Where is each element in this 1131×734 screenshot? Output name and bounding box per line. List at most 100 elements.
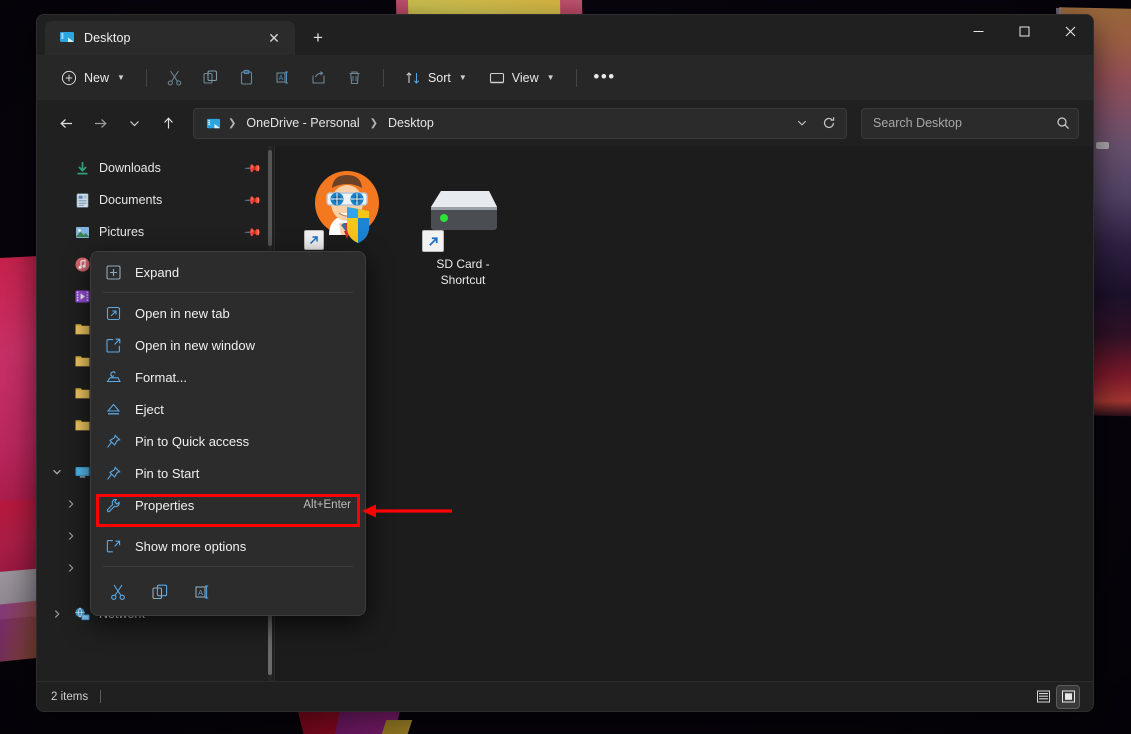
context-menu-divider-3 bbox=[103, 566, 353, 567]
file-grid: Drill bbox=[293, 160, 1093, 296]
folder-icon bbox=[73, 383, 91, 401]
sort-icon bbox=[406, 71, 420, 84]
music-icon bbox=[73, 255, 91, 273]
large-icons-view-button[interactable] bbox=[1056, 684, 1080, 709]
sidebar-item-downloads[interactable]: Downloads 📌 bbox=[43, 152, 268, 184]
breadcrumb-onedrive[interactable]: OneDrive - Personal bbox=[240, 113, 365, 133]
rename-icon[interactable]: A bbox=[185, 577, 219, 607]
network-icon bbox=[73, 605, 91, 623]
search-icon[interactable] bbox=[1056, 116, 1070, 130]
rename-icon[interactable]: A bbox=[266, 62, 300, 94]
context-menu-item-label: Format... bbox=[135, 369, 188, 385]
svg-text:A: A bbox=[198, 588, 203, 597]
forward-button[interactable] bbox=[85, 108, 115, 138]
file-item-label: SD Card - Shortcut bbox=[436, 257, 490, 287]
copy-icon[interactable] bbox=[194, 62, 228, 94]
view-button[interactable]: View ▼ bbox=[479, 62, 565, 94]
chevron-down-icon[interactable] bbox=[49, 464, 65, 480]
details-view-button[interactable] bbox=[1032, 686, 1054, 708]
close-button[interactable] bbox=[1047, 15, 1093, 47]
context-menu-item-label: Open in new window bbox=[135, 337, 255, 353]
cut-icon[interactable] bbox=[101, 577, 135, 607]
chevron-right-icon[interactable] bbox=[63, 560, 79, 576]
up-button[interactable] bbox=[153, 108, 183, 138]
context-menu-item-pin-to-start[interactable]: Pin to Start bbox=[95, 457, 361, 489]
context-menu-item-label: Open in new tab bbox=[135, 305, 230, 321]
maximize-button[interactable] bbox=[1001, 15, 1047, 47]
title-bar: Desktop ✕ + bbox=[37, 15, 1093, 55]
toolbar-divider-2 bbox=[382, 68, 384, 87]
expander-placeholder bbox=[49, 288, 65, 304]
context-menu-item-expand[interactable]: Expand bbox=[95, 256, 361, 288]
recent-locations-button[interactable] bbox=[119, 108, 149, 138]
show-more-icon bbox=[105, 538, 122, 555]
context-menu: Expand Open in new tab Open in new windo… bbox=[90, 251, 366, 616]
window-controls bbox=[955, 15, 1093, 47]
context-menu-item-eject[interactable]: Eject bbox=[95, 393, 361, 425]
cut-icon[interactable] bbox=[158, 62, 192, 94]
new-button[interactable]: New ▼ bbox=[51, 62, 135, 94]
shortcut-overlay-icon bbox=[422, 230, 444, 252]
pin-icon[interactable]: 📌 bbox=[244, 159, 263, 177]
address-bar[interactable]: ❯ OneDrive - Personal ❯ Desktop bbox=[193, 107, 847, 139]
share-icon[interactable] bbox=[302, 62, 336, 94]
nav-scrollbar-thumb-top[interactable] bbox=[268, 150, 272, 246]
breadcrumb-desktop[interactable]: Desktop bbox=[382, 113, 440, 133]
file-list-area[interactable]: Drill bbox=[275, 146, 1093, 681]
pin-icon[interactable]: 📌 bbox=[244, 223, 263, 241]
search-input[interactable] bbox=[873, 116, 1056, 130]
expander-placeholder bbox=[49, 384, 65, 400]
expand-icon bbox=[105, 264, 122, 281]
sidebar-item-pictures[interactable]: Pictures 📌 bbox=[43, 216, 268, 248]
chevron-right-icon[interactable] bbox=[49, 606, 65, 622]
context-menu-item-open-new-window[interactable]: Open in new window bbox=[95, 329, 361, 361]
context-menu-item-format[interactable]: Format... bbox=[95, 361, 361, 393]
chevron-right-icon[interactable] bbox=[63, 496, 79, 512]
context-menu-item-open-new-tab[interactable]: Open in new tab bbox=[95, 297, 361, 329]
close-icon[interactable]: ✕ bbox=[261, 25, 287, 51]
documents-icon bbox=[73, 191, 91, 209]
shortcut-overlay-icon bbox=[304, 230, 324, 250]
videos-icon bbox=[73, 287, 91, 305]
view-toggle-group bbox=[1032, 684, 1080, 709]
sort-button[interactable]: Sort ▼ bbox=[395, 62, 477, 94]
paste-icon[interactable] bbox=[230, 62, 264, 94]
breadcrumb-root-icon[interactable] bbox=[203, 116, 224, 131]
tab-desktop[interactable]: Desktop ✕ bbox=[45, 21, 295, 55]
back-button[interactable] bbox=[51, 108, 81, 138]
sidebar-item-documents[interactable]: Documents 📌 bbox=[43, 184, 268, 216]
status-bar: 2 items bbox=[37, 681, 1093, 711]
expander-placeholder bbox=[49, 352, 65, 368]
tab-strip: Desktop ✕ + bbox=[37, 21, 955, 55]
nav-scrollbar-thumb[interactable] bbox=[268, 615, 272, 675]
more-options-button[interactable]: ••• bbox=[588, 62, 622, 94]
eject-icon bbox=[105, 401, 122, 418]
this-pc-icon bbox=[73, 463, 91, 481]
context-menu-item-properties[interactable]: Properties Alt+Enter bbox=[95, 489, 361, 521]
pin-icon[interactable]: 📌 bbox=[244, 191, 263, 209]
context-menu-item-label: Expand bbox=[135, 264, 180, 280]
context-menu-item-label: Pin to Start bbox=[135, 465, 200, 481]
breadcrumb-separator: ❯ bbox=[228, 117, 237, 129]
folder-icon bbox=[73, 415, 91, 433]
sidebar-item-label: Pictures bbox=[99, 225, 145, 239]
new-tab-button[interactable]: + bbox=[303, 23, 333, 53]
expander-placeholder bbox=[49, 256, 65, 272]
refresh-icon[interactable] bbox=[815, 111, 842, 136]
context-menu-item-label: Eject bbox=[135, 401, 164, 417]
chevron-down-icon: ▼ bbox=[546, 73, 555, 82]
context-menu-icon-row: A bbox=[95, 571, 361, 611]
minimize-button[interactable] bbox=[955, 15, 1001, 47]
chevron-down-icon[interactable] bbox=[788, 111, 815, 136]
search-box[interactable] bbox=[861, 107, 1079, 139]
context-menu-item-accelerator: Alt+Enter bbox=[303, 499, 351, 511]
status-divider bbox=[100, 690, 102, 703]
drive-icon bbox=[420, 166, 506, 252]
copy-icon[interactable] bbox=[143, 577, 177, 607]
delete-icon[interactable] bbox=[338, 62, 372, 94]
context-menu-item-pin-to-quick-access[interactable]: Pin to Quick access bbox=[95, 425, 361, 457]
sidebar-item-label: Downloads bbox=[99, 161, 161, 175]
chevron-right-icon[interactable] bbox=[63, 528, 79, 544]
file-item-sd-card[interactable]: SD Card - Shortcut bbox=[409, 160, 517, 296]
context-menu-item-show-more-options[interactable]: Show more options bbox=[95, 530, 361, 562]
